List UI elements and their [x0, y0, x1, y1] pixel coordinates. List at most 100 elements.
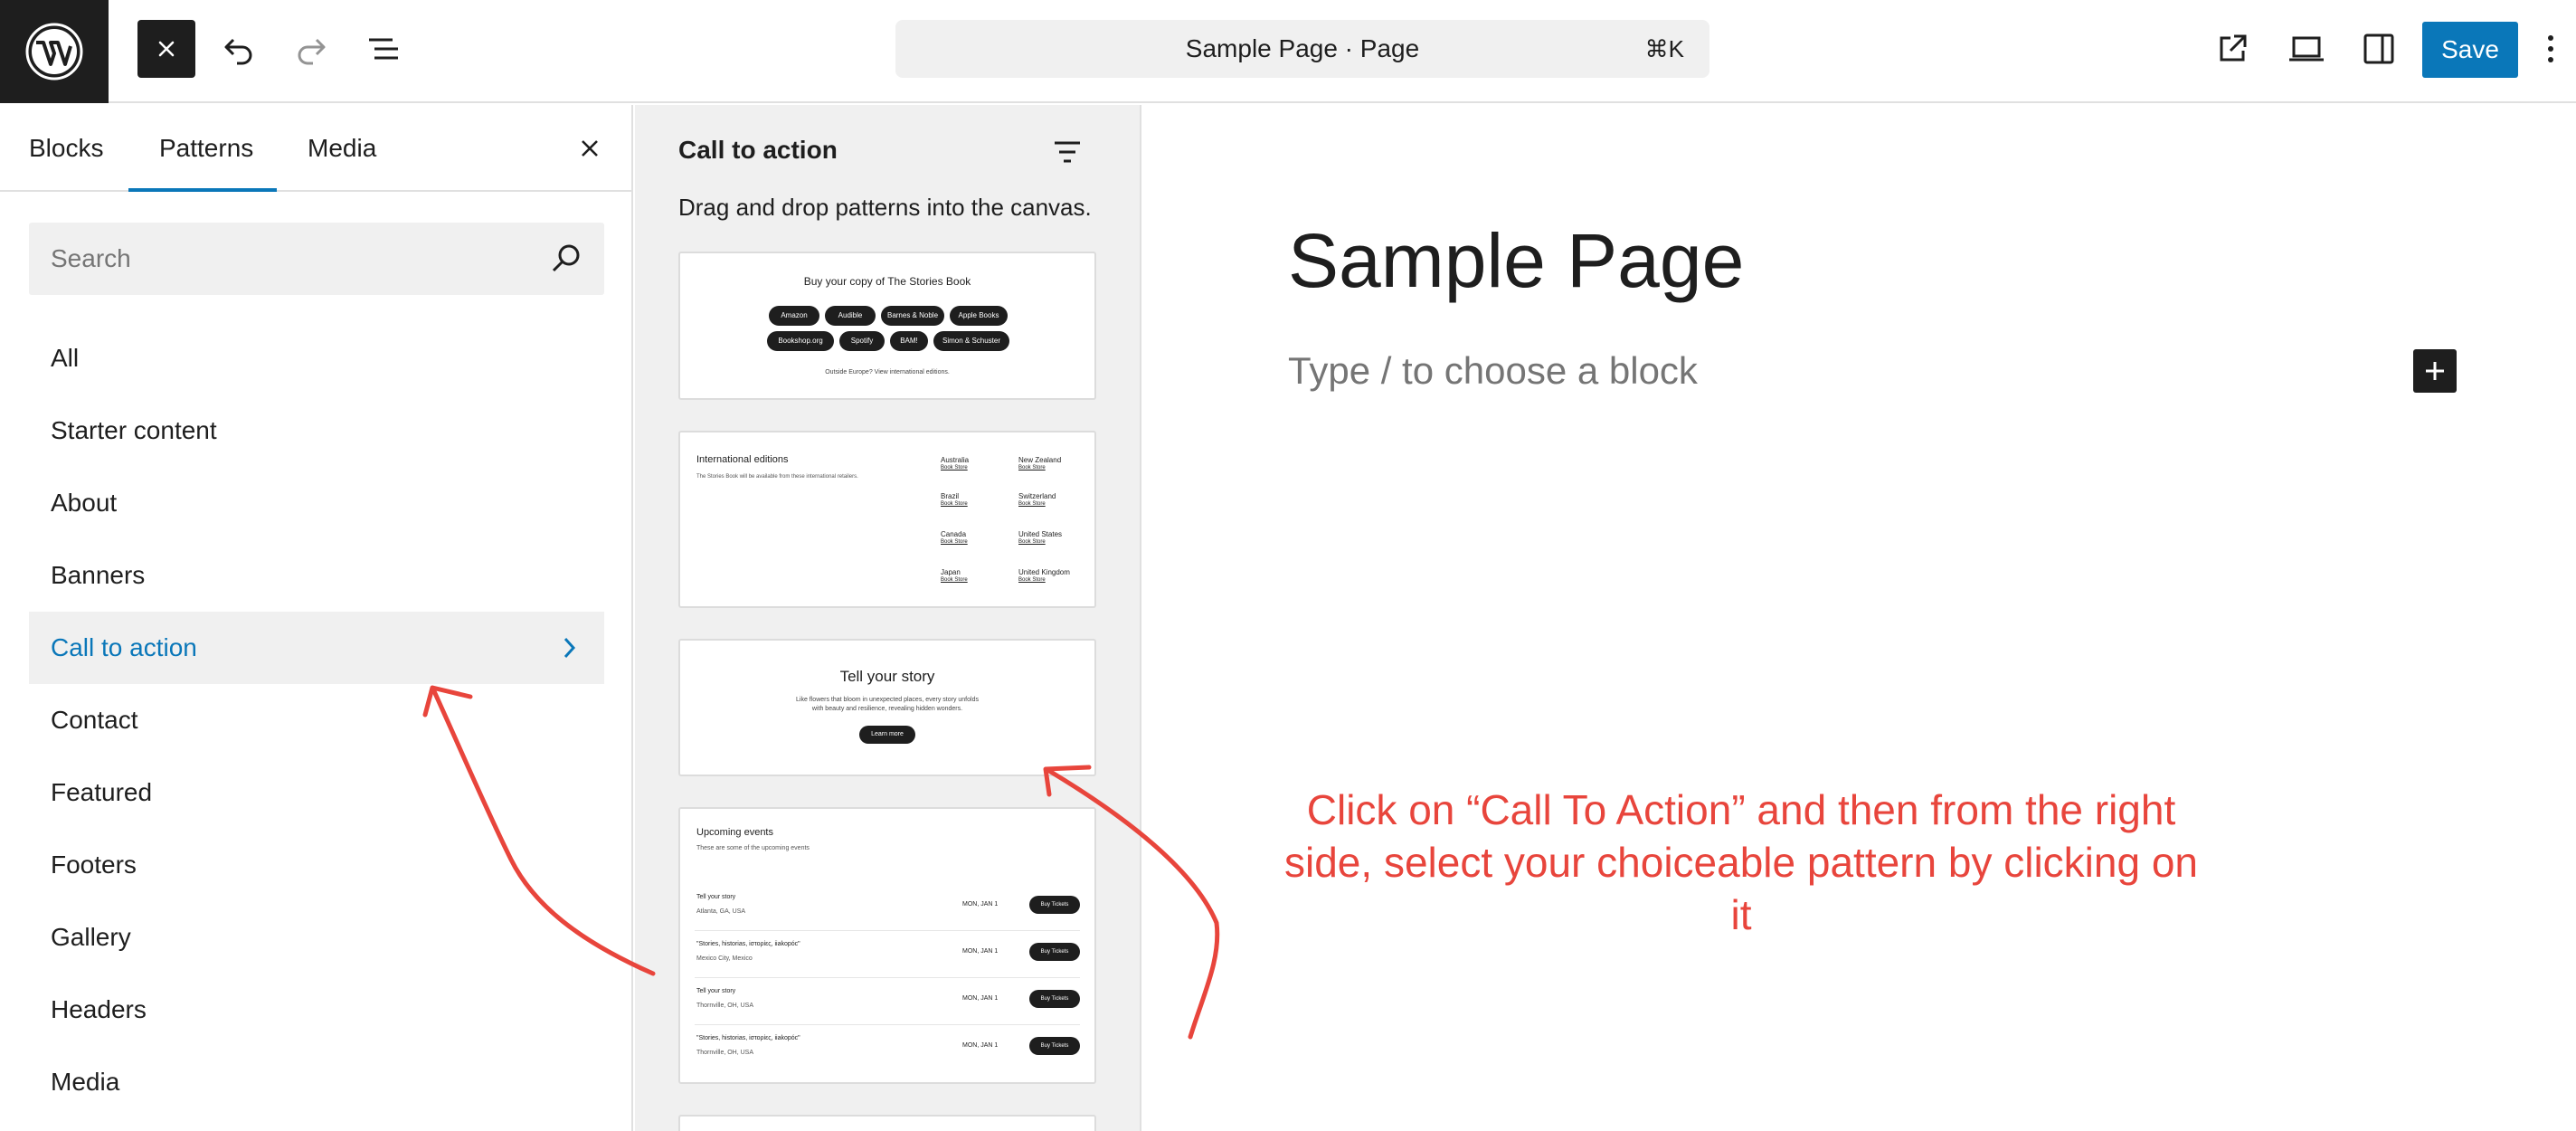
pattern-footnote: Outside Europe? View international editi… [825, 369, 950, 375]
pattern-heading: International editions [696, 454, 789, 465]
pattern-body-line: with beauty and resilience, revealing hi… [811, 706, 963, 712]
event-location: Atlanta, GA, USA [696, 908, 746, 915]
more-vertical-icon [2548, 35, 2553, 62]
keyboard-shortcut: ⌘K [1644, 35, 1684, 62]
store-link: Book Store [941, 501, 968, 507]
undo-button[interactable] [210, 20, 268, 78]
options-button[interactable] [2533, 20, 2569, 78]
event-location: Mexico City, Mexico [696, 955, 753, 962]
event-date: MON, JAN 1 [962, 948, 999, 955]
event-ticket-button: Buy Tickets [1029, 990, 1080, 1008]
category-starter-content[interactable]: Starter content [29, 394, 604, 467]
category-all[interactable]: All [29, 322, 604, 394]
pattern-card-tell-your-story[interactable]: Tell your story Like flowers that bloom … [678, 639, 1096, 776]
pattern-pill: Amazon [769, 306, 819, 326]
country-label: Canada [941, 530, 967, 538]
pattern-heading: Upcoming events [696, 827, 773, 838]
chevron-right-icon [564, 637, 576, 659]
pattern-pill: Simon & Schuster [933, 331, 1009, 351]
pattern-card-international-editions[interactable]: International editions The Stories Book … [678, 431, 1096, 608]
country-label: United Kingdom [1018, 568, 1070, 576]
category-about[interactable]: About [29, 467, 604, 539]
command-palette-button[interactable]: Sample Page · Page ⌘K [895, 20, 1709, 78]
pattern-category-title: Call to action [678, 136, 838, 164]
plus-icon [2426, 362, 2444, 380]
country-label: Australia [941, 456, 970, 464]
sidebar-icon [2363, 33, 2394, 64]
category-footers[interactable]: Footers [29, 829, 604, 901]
country-label: United States [1018, 530, 1063, 538]
redo-icon [298, 38, 326, 65]
store-link: Book Store [1018, 501, 1046, 507]
page-title[interactable]: Sample Page [1288, 217, 1744, 305]
add-block-button[interactable] [2413, 349, 2457, 393]
category-banners[interactable]: Banners [29, 539, 604, 612]
category-call-to-action[interactable]: Call to action [29, 612, 604, 684]
category-featured[interactable]: Featured [29, 756, 604, 829]
inserter-tabs: Blocks Patterns Media [0, 105, 633, 192]
category-headers[interactable]: Headers [29, 974, 604, 1046]
tab-media[interactable]: Media [308, 105, 376, 192]
event-date: MON, JAN 1 [962, 901, 999, 908]
search-icon[interactable] [548, 241, 584, 277]
device-preview-button[interactable] [2278, 20, 2335, 78]
category-gallery[interactable]: Gallery [29, 901, 604, 974]
category-contact[interactable]: Contact [29, 684, 604, 756]
editor-header: Sample Page · Page ⌘K Save [0, 0, 2576, 103]
event-title: Tell your story [696, 988, 736, 994]
event-title: "Stories, historias, iστορίες, iiakopóc" [696, 941, 800, 947]
pattern-instructions: Drag and drop patterns into the canvas. [678, 194, 1092, 221]
row-divider [695, 977, 1080, 978]
undo-icon [224, 38, 252, 65]
event-title: Tell your story [696, 894, 736, 900]
category-media[interactable]: Media [29, 1046, 604, 1118]
pattern-card-partial[interactable] [678, 1115, 1096, 1131]
filter-icon[interactable] [1047, 132, 1087, 172]
external-link-icon [2220, 34, 2247, 62]
document-title: Sample Page · Page [1185, 34, 1420, 62]
document-overview-button[interactable] [355, 20, 412, 78]
block-inserter-panel: Blocks Patterns Media All Starter conten… [0, 105, 633, 1131]
redo-button[interactable] [282, 20, 340, 78]
pattern-card-buy-copy[interactable]: Buy your copy of The Stories Book Amazon… [678, 252, 1096, 400]
row-divider [695, 1024, 1080, 1025]
active-tab-indicator [128, 188, 277, 192]
event-ticket-button: Buy Tickets [1029, 1037, 1080, 1055]
event-date: MON, JAN 1 [962, 995, 999, 1002]
country-label: Switzerland [1018, 492, 1056, 500]
editor-canvas: Sample Page Type / to choose a block [1143, 105, 2576, 1131]
event-location: Thornville, OH, USA [696, 1050, 754, 1056]
store-link: Book Store [941, 577, 968, 583]
pattern-pill: Audible [825, 306, 876, 326]
store-link: Book Store [1018, 539, 1046, 545]
pattern-pill: Bookshop.org [767, 331, 834, 351]
pattern-heading: Buy your copy of The Stories Book [803, 275, 971, 288]
pattern-card-upcoming-events[interactable]: Upcoming events These are some of the up… [678, 807, 1096, 1084]
store-link: Book Store [1018, 577, 1046, 583]
close-inserter-button[interactable] [137, 20, 195, 78]
country-label: New Zealand [1018, 456, 1062, 464]
pattern-pill: Barnes & Noble [881, 306, 944, 326]
wordpress-logo-icon[interactable] [0, 0, 109, 103]
close-icon [158, 41, 175, 57]
pattern-pill: Apple Books [950, 306, 1008, 326]
store-link: Book Store [941, 539, 968, 545]
tab-patterns[interactable]: Patterns [159, 105, 253, 192]
category-label: Call to action [51, 633, 197, 661]
pattern-button: Learn more [859, 726, 915, 744]
event-ticket-button: Buy Tickets [1029, 943, 1080, 961]
row-divider [695, 930, 1080, 931]
store-link: Book Store [941, 465, 968, 470]
search-input[interactable] [29, 223, 535, 295]
pattern-subtext: These are some of the upcoming events [696, 845, 810, 851]
instruction-annotation: Click on “Call To Action” and then from … [1284, 786, 2199, 938]
block-placeholder[interactable]: Type / to choose a block [1288, 349, 1698, 393]
view-page-button[interactable] [2203, 20, 2261, 78]
pattern-heading: Tell your story [839, 668, 935, 685]
save-button[interactable]: Save [2422, 22, 2518, 78]
tab-blocks[interactable]: Blocks [29, 105, 103, 192]
pattern-body-line: Like flowers that bloom in unexpected pl… [796, 697, 979, 703]
laptop-icon [2289, 36, 2324, 62]
settings-sidebar-button[interactable] [2350, 20, 2408, 78]
close-panel-button[interactable] [570, 128, 610, 168]
